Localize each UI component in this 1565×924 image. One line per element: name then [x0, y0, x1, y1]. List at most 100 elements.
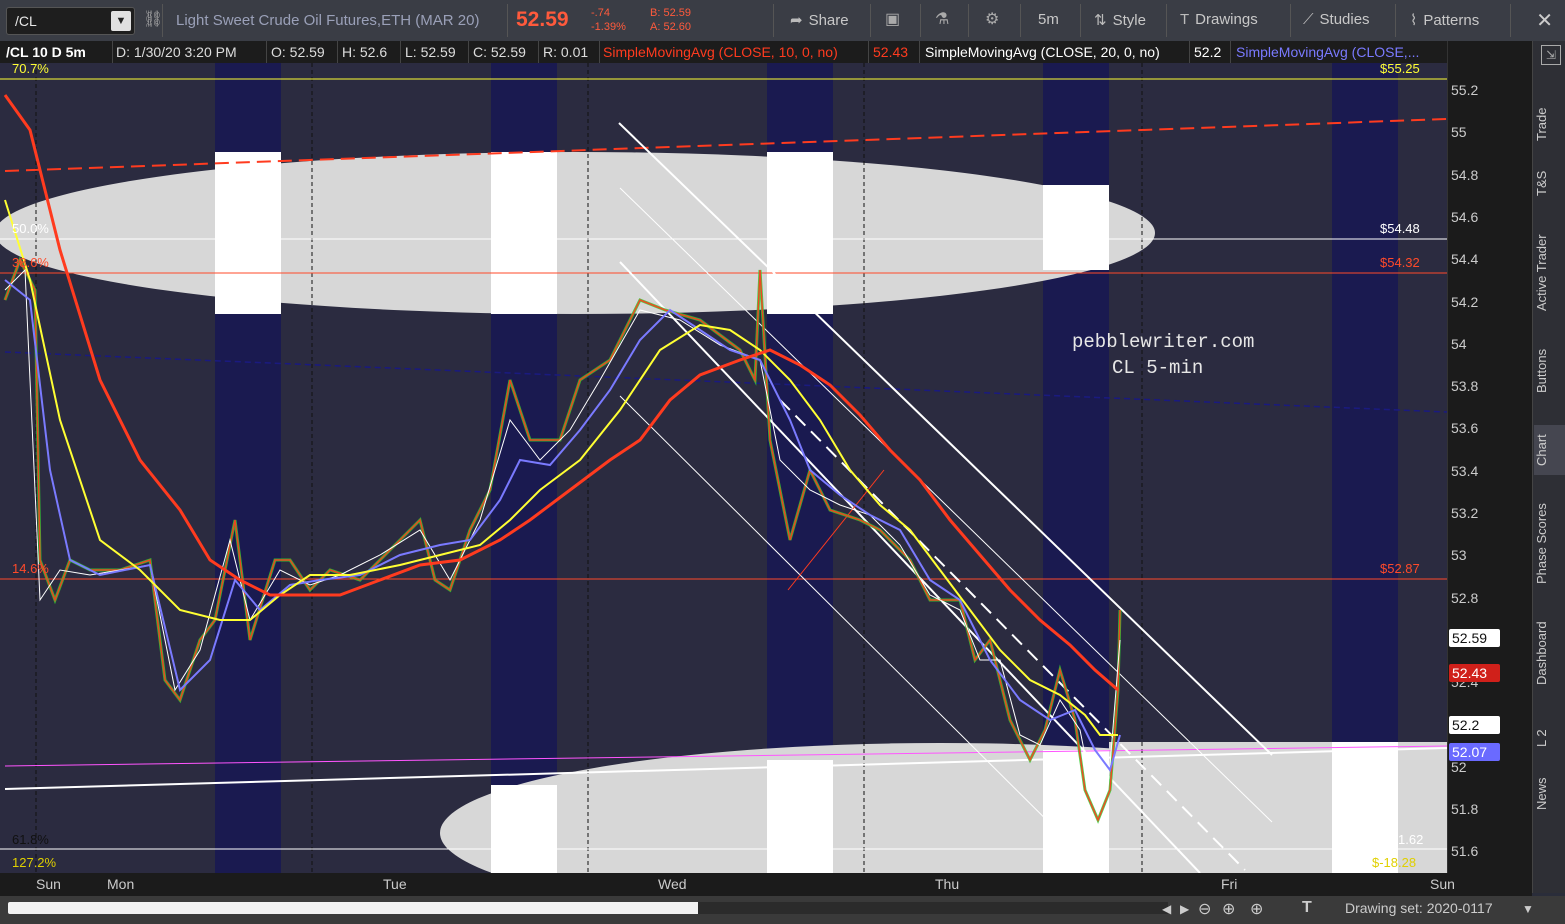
- symbol-link-icon[interactable]: ⛓: [143, 9, 163, 29]
- blue-price-label: 52.07: [1449, 743, 1500, 761]
- symbol-input[interactable]: /CL ▼: [6, 7, 135, 35]
- timeframe-button[interactable]: 5m: [1038, 11, 1059, 28]
- price-tick: 53.4: [1451, 462, 1479, 479]
- price-tick: 52.8: [1451, 589, 1479, 606]
- separator: [400, 41, 401, 63]
- drawing-tool-icon[interactable]: T: [1302, 899, 1312, 917]
- tab-active-trader[interactable]: Active Trader: [1534, 223, 1565, 323]
- fib-38-pct: 38.6%: [12, 255, 49, 270]
- zoom-out-icon[interactable]: ⊖: [1198, 899, 1211, 919]
- separator: [919, 41, 920, 63]
- studies-button[interactable]: ⟋ Studies: [1303, 11, 1370, 28]
- tab-phase-scores[interactable]: Phase Scores: [1534, 496, 1565, 591]
- horizontal-scrollbar[interactable]: [8, 902, 1168, 914]
- tab-trade[interactable]: Trade: [1534, 99, 1565, 149]
- price-tick: 53.8: [1451, 378, 1479, 395]
- tab-buttons[interactable]: Buttons: [1534, 341, 1565, 401]
- price-chart[interactable]: [0, 41, 1447, 873]
- sma20-value: 52.2: [1194, 44, 1222, 60]
- separator: [1290, 4, 1291, 37]
- side-expand-icon[interactable]: ⇲: [1541, 45, 1561, 65]
- price-tick: 52: [1451, 758, 1467, 775]
- separator: [507, 4, 508, 37]
- share-icon: ➦: [790, 12, 803, 29]
- symbol-text: /CL: [15, 13, 37, 29]
- patterns-button[interactable]: ⌇ Patterns: [1410, 11, 1479, 29]
- price-change: -.74 -1.39%: [591, 6, 626, 34]
- header-open: O: 52.59: [271, 44, 325, 60]
- separator: [1080, 4, 1081, 37]
- tab-dashboard[interactable]: Dashboard: [1534, 611, 1565, 696]
- sma-blue-label[interactable]: SimpleMovingAvg (CLOSE,...: [1236, 44, 1419, 60]
- side-panel: ⇲ Trade T&S Active Trader Buttons Chart …: [1532, 41, 1565, 893]
- separator: [968, 4, 969, 37]
- separator: [870, 4, 871, 37]
- price-tick: 53: [1451, 547, 1467, 564]
- separator: [868, 41, 869, 63]
- fib-bottom-price1: 1.62: [1398, 832, 1424, 847]
- style-button[interactable]: ⇅ Style: [1094, 11, 1146, 29]
- crosshair-icon[interactable]: ⊕: [1222, 899, 1235, 919]
- separator: [1166, 4, 1167, 37]
- price-tick: 55.2: [1451, 82, 1479, 98]
- drawing-set[interactable]: Drawing set: 2020-0117: [1345, 900, 1493, 916]
- sma20-label[interactable]: SimpleMovingAvg (CLOSE, 20, 0, no): [925, 44, 1160, 60]
- last-price-label: 52.59: [1449, 629, 1500, 647]
- separator: [266, 41, 267, 63]
- fib-38-price: $54.32: [1380, 255, 1420, 270]
- date-label: Mon: [107, 876, 135, 892]
- date-label: Sun: [36, 876, 61, 892]
- tab-l2[interactable]: L 2: [1534, 723, 1565, 753]
- separator: [112, 41, 113, 63]
- scroll-right-icon[interactable]: ▶: [1180, 902, 1189, 916]
- sma10-label[interactable]: SimpleMovingAvg (CLOSE, 10, 0, no): [603, 44, 838, 60]
- date-label: Wed: [658, 876, 687, 892]
- separator: [773, 4, 774, 37]
- change-percent: -1.39%: [591, 21, 626, 33]
- separator: [1020, 4, 1021, 37]
- fib-mid-price: $54.48: [1380, 221, 1420, 236]
- change-value: -.74: [591, 7, 610, 19]
- price-tick: 54: [1451, 335, 1467, 352]
- chart-header: /CL 10 D 5m D: 1/30/20 3:20 PM O: 52.59 …: [0, 41, 1447, 63]
- last-price: 52.59: [516, 8, 569, 31]
- upper-ellipse: [0, 152, 1155, 314]
- dropdown-icon[interactable]: ▼: [111, 11, 131, 31]
- time-axis[interactable]: [0, 873, 1532, 896]
- ask-value: A: 52.60: [650, 21, 691, 33]
- share-button[interactable]: ➦ Share: [790, 11, 849, 29]
- price-tick: 54.6: [1451, 208, 1479, 225]
- price-tick: 54.8: [1451, 166, 1479, 183]
- zoom-in-icon[interactable]: ⊕: [1250, 899, 1263, 919]
- sma10-value: 52.43: [873, 44, 909, 60]
- fib-bottom-pct2: 127.2%: [12, 855, 57, 870]
- fib-bottom-pct1: 61.8%: [12, 832, 49, 847]
- studies-label: Studies: [1319, 11, 1370, 28]
- scroll-left-icon[interactable]: ◀: [1162, 902, 1171, 916]
- price-tick: 53.6: [1451, 420, 1479, 437]
- date-label: Fri: [1221, 876, 1238, 892]
- tab-news[interactable]: News: [1534, 771, 1565, 816]
- flask-icon[interactable]: ⚗: [935, 9, 949, 29]
- header-range: R: 0.01: [543, 44, 589, 60]
- date-label: Sun: [1430, 876, 1455, 892]
- scroll-thumb[interactable]: [698, 902, 1168, 914]
- chart-area[interactable]: 70.7% $55.25 50.0% $54.48 38.6% $54.32 1…: [0, 41, 1447, 873]
- fib-low-price: $52.87: [1380, 561, 1420, 576]
- header-low: L: 52.59: [405, 44, 456, 60]
- fib-low-pct: 14.6%: [12, 561, 49, 576]
- tab-ts[interactable]: T&S: [1534, 163, 1565, 203]
- share-label: Share: [808, 12, 849, 29]
- tab-chart[interactable]: Chart: [1534, 425, 1565, 475]
- fib-top-pct: 70.7%: [12, 61, 49, 76]
- instrument-description: Light Sweet Crude Oil Futures,ETH (MAR 2…: [176, 12, 480, 29]
- gear-icon[interactable]: ⚙: [985, 9, 999, 29]
- screen-icon[interactable]: ▣: [885, 9, 900, 29]
- drawings-button[interactable]: T Drawings: [1180, 11, 1258, 28]
- close-icon[interactable]: ✕: [1536, 8, 1553, 33]
- separator: [1395, 4, 1396, 37]
- style-icon: ⇅: [1094, 12, 1107, 29]
- price-tick: 55: [1451, 124, 1467, 141]
- drawing-set-dropdown-icon[interactable]: ▼: [1522, 902, 1534, 916]
- watermark-line1: pebblewriter.com: [1072, 331, 1255, 353]
